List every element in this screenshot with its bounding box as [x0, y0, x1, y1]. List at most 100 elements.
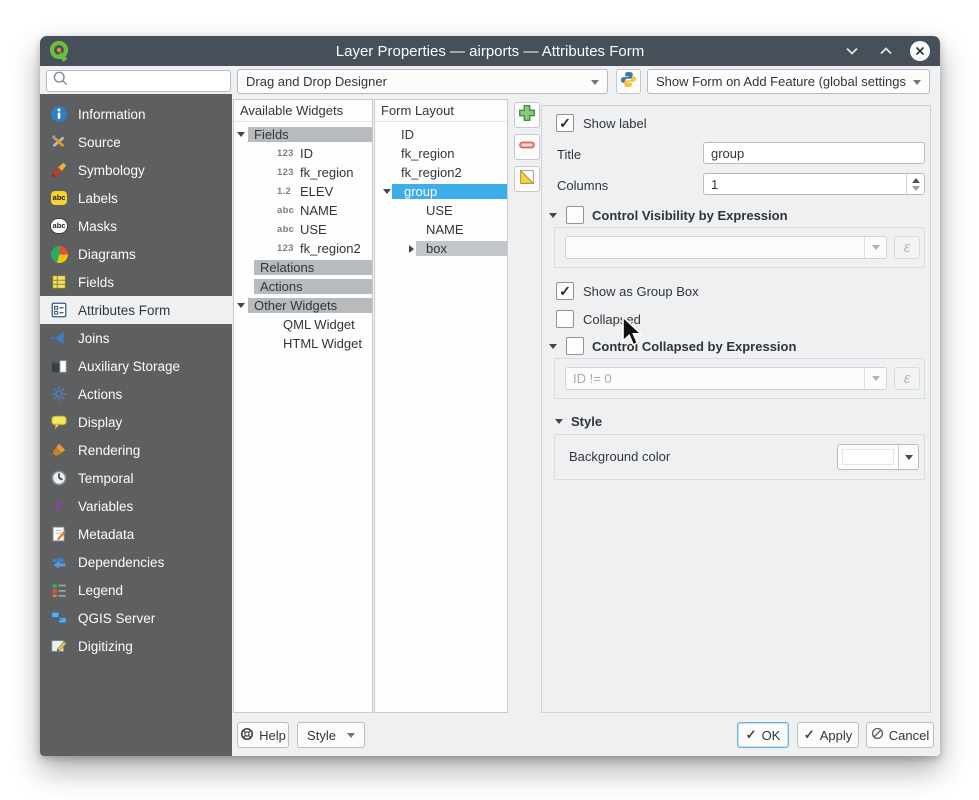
sidebar-item-labels[interactable]: abc Labels	[40, 184, 232, 212]
columns-stepper[interactable]: 1	[703, 173, 925, 195]
show-as-group-box-checkbox[interactable]: ✓	[556, 282, 574, 300]
widget-item-fk-region2[interactable]: 123 fk_region2	[234, 239, 372, 258]
sidebar-item-qgis-server[interactable]: QGIS Server	[40, 604, 232, 632]
minimize-icon[interactable]	[842, 41, 862, 61]
add-container-button[interactable]	[514, 102, 540, 128]
chevron-collapsed-icon[interactable]	[406, 245, 416, 253]
collapsed-expression-builder-button[interactable]: ε	[894, 367, 920, 390]
collapsed-expression-header: Control Collapsed by Expression	[548, 337, 796, 355]
stepper-arrows[interactable]	[906, 174, 924, 194]
python-init-button[interactable]	[616, 69, 641, 94]
labels-icon: abc	[49, 188, 69, 208]
sidebar-item-temporal[interactable]: Temporal	[40, 464, 232, 492]
widget-item-qml-widget[interactable]: QML Widget	[234, 315, 372, 334]
help-button[interactable]: Help	[237, 722, 289, 748]
widget-category-relations[interactable]: Relations	[234, 258, 372, 277]
layout-item-fk-region[interactable]: fk_region	[375, 144, 507, 163]
title-label: Title	[557, 147, 581, 162]
sidebar-item-legend[interactable]: Legend	[40, 576, 232, 604]
widget-item-name[interactable]: abc NAME	[234, 201, 372, 220]
collapsed-checkbox[interactable]	[556, 310, 574, 328]
search-input[interactable]	[46, 70, 231, 92]
collapsed-expression-select[interactable]: ID != 0	[565, 367, 887, 390]
visibility-expression-label: Control Visibility by Expression	[592, 208, 788, 223]
visibility-expression-checkbox[interactable]	[566, 206, 584, 224]
chevron-expanded-icon[interactable]	[234, 303, 248, 308]
rendering-icon	[49, 440, 69, 460]
visibility-expression-builder-button[interactable]: ε	[894, 236, 920, 259]
sidebar-item-masks[interactable]: abc Masks	[40, 212, 232, 240]
layer-properties-dialog: Layer Properties — airports — Attributes…	[40, 36, 940, 756]
style-dropdown-button[interactable]: Style	[297, 722, 365, 748]
maximize-icon[interactable]	[876, 41, 896, 61]
diagonal-edit-icon	[517, 167, 537, 192]
titlebar[interactable]: Layer Properties — airports — Attributes…	[40, 36, 940, 66]
sidebar-item-fields[interactable]: Fields	[40, 268, 232, 296]
chevron-expanded-icon[interactable]	[548, 213, 558, 218]
sidebar-item-digitizing[interactable]: Digitizing	[40, 632, 232, 660]
widget-item-id[interactable]: 123 ID	[234, 144, 372, 163]
chevron-expanded-icon[interactable]	[548, 344, 558, 349]
qgis-logo-icon	[48, 39, 72, 63]
background-color-label: Background color	[569, 449, 670, 464]
sidebar-item-actions[interactable]: Actions	[40, 380, 232, 408]
fields-icon	[49, 272, 69, 292]
widget-category-other-widgets[interactable]: Other Widgets	[234, 296, 372, 315]
sidebar-item-information[interactable]: Information	[40, 100, 232, 128]
text-type-icon: abc	[277, 224, 300, 235]
title-input[interactable]: group	[703, 142, 925, 164]
cancel-circle-icon	[871, 727, 884, 743]
widget-item-use[interactable]: abc USE	[234, 220, 372, 239]
layout-item-fk-region2[interactable]: fk_region2	[375, 163, 507, 182]
sidebar-item-dependencies[interactable]: Dependencies	[40, 548, 232, 576]
apply-button[interactable]: ✓ Apply	[797, 722, 859, 748]
mouse-cursor	[621, 316, 647, 352]
widget-category-fields[interactable]: Fields	[234, 125, 372, 144]
available-widgets-panel: Available Widgets Fields 123 ID 123 fk_r…	[233, 99, 373, 713]
widget-category-actions[interactable]: Actions	[234, 277, 372, 296]
arrow-up-icon	[912, 178, 920, 183]
sidebar-item-variables[interactable]: ε Variables	[40, 492, 232, 520]
sidebar-item-display[interactable]: Display	[40, 408, 232, 436]
form-layout-header: Form Layout	[375, 100, 507, 122]
ok-button[interactable]: ✓ OK	[737, 722, 789, 748]
sidebar-item-auxiliary-storage[interactable]: Auxiliary Storage	[40, 352, 232, 380]
change-item-button[interactable]	[514, 166, 540, 192]
widget-item-fk-region[interactable]: 123 fk_region	[234, 163, 372, 182]
sidebar-item-source[interactable]: Source	[40, 128, 232, 156]
show-label-row: ✓ Show label	[556, 114, 647, 132]
masks-icon: abc	[49, 216, 69, 236]
show-label-checkbox[interactable]: ✓	[556, 114, 574, 132]
sidebar-item-diagrams[interactable]: Diagrams	[40, 240, 232, 268]
attributes-form-icon	[49, 300, 69, 320]
form-open-mode-select[interactable]: Show Form on Add Feature (global setting…	[647, 69, 930, 94]
close-icon[interactable]	[910, 41, 930, 61]
cancel-button[interactable]: Cancel	[866, 722, 934, 748]
available-widgets-header: Available Widgets	[234, 100, 372, 122]
layout-item-use[interactable]: USE	[375, 201, 507, 220]
background-color-select[interactable]	[837, 444, 919, 470]
color-swatch	[842, 449, 894, 465]
sidebar-item-symbology[interactable]: Symbology	[40, 156, 232, 184]
layout-item-box[interactable]: box	[375, 239, 507, 258]
sidebar-item-joins[interactable]: Joins	[40, 324, 232, 352]
sidebar-item-metadata[interactable]: Metadata	[40, 520, 232, 548]
group-properties-panel: ✓ Show label Title group Columns 1 Contr…	[541, 105, 931, 713]
designer-mode-select[interactable]: Drag and Drop Designer	[237, 69, 608, 94]
layout-item-name[interactable]: NAME	[375, 220, 507, 239]
chevron-expanded-icon[interactable]	[382, 189, 392, 194]
style-section-header[interactable]: Style	[554, 414, 602, 429]
remove-item-button[interactable]	[514, 134, 540, 160]
sidebar-item-rendering[interactable]: Rendering	[40, 436, 232, 464]
metadata-icon	[49, 524, 69, 544]
layout-item-id[interactable]: ID	[375, 125, 507, 144]
layout-item-group-selected[interactable]: group	[375, 182, 507, 201]
dependencies-icon	[49, 552, 69, 572]
visibility-expression-select[interactable]	[565, 236, 887, 259]
widget-item-elev[interactable]: 1.2 ELEV	[234, 182, 372, 201]
collapsed-expression-checkbox[interactable]	[566, 337, 584, 355]
chevron-expanded-icon[interactable]	[234, 132, 248, 137]
widget-item-html-widget[interactable]: HTML Widget	[234, 334, 372, 353]
sidebar-item-attributes-form[interactable]: Attributes Form	[40, 296, 232, 324]
columns-label: Columns	[557, 178, 608, 193]
